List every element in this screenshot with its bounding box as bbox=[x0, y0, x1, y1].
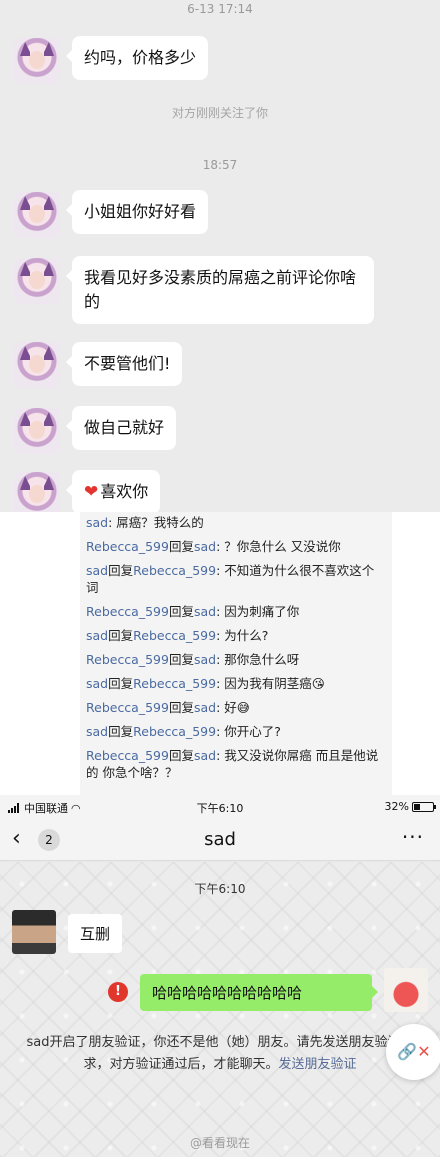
reply-target[interactable]: Rebecca_599 bbox=[133, 676, 216, 691]
wechat-panel: 中国联通 ◠ 下午6:10 32% ‹ 2 sad ··· 下午6:10 互删 … bbox=[0, 795, 440, 1157]
avatar-icon[interactable] bbox=[14, 192, 60, 238]
comment-thread: sad: 屌癌？我特么的 Rebecca_599回复sad: ？你急什么 又没说你… bbox=[80, 512, 392, 795]
comment-line: sad回复Rebecca_599: 为什么? bbox=[86, 627, 386, 644]
comment-text: : 为什么? bbox=[216, 628, 269, 643]
comment-line: sad回复Rebecca_599: 你开心了? bbox=[86, 723, 386, 740]
reply-word: 回复 bbox=[168, 700, 194, 715]
reply-word: 回复 bbox=[168, 604, 194, 619]
comment-text: : 那你急什么呀 bbox=[216, 652, 300, 667]
chat-panel: 6-13 17:14 约吗，价格多少 对方刚刚关注了你 18:57 小姐姐你好好… bbox=[0, 0, 440, 512]
contact-avatar[interactable] bbox=[12, 910, 56, 954]
reply-word: 回复 bbox=[108, 563, 134, 578]
reply-word: 回复 bbox=[108, 676, 134, 691]
comment-author[interactable]: Rebecca_599 bbox=[86, 652, 169, 667]
outgoing-message[interactable]: 哈哈哈哈哈哈哈哈哈哈 bbox=[140, 974, 378, 1011]
exclamation-error-icon[interactable]: ! bbox=[108, 982, 128, 1002]
chat-timestamp: 18:57 bbox=[202, 158, 238, 172]
reply-target[interactable]: Rebecca_599 bbox=[133, 563, 216, 578]
status-bar: 中国联通 ◠ 下午6:10 32% bbox=[0, 795, 440, 819]
avatar-icon[interactable] bbox=[14, 472, 60, 512]
status-time: 下午6:10 bbox=[196, 802, 244, 815]
comment-author[interactable]: Rebecca_599 bbox=[86, 700, 169, 715]
comment-text: : 你开心了? bbox=[216, 724, 281, 739]
reply-target[interactable]: sad bbox=[194, 748, 216, 763]
comment-text: : 因为我有阴茎癌😘 bbox=[216, 676, 325, 691]
reply-word: 回复 bbox=[108, 724, 134, 739]
system-notice: 对方刚刚关注了你 bbox=[171, 106, 268, 120]
comment-author[interactable]: Rebecca_599 bbox=[86, 539, 169, 554]
chat-timestamp: 6-13 17:14 bbox=[187, 2, 253, 16]
red-heart-icon: ❤ bbox=[84, 482, 99, 502]
reply-target[interactable]: Rebecca_599 bbox=[133, 628, 216, 643]
comment-line: Rebecca_599回复sad: ？你急什么 又没说你 bbox=[86, 538, 386, 555]
status-right: 32% bbox=[384, 800, 436, 813]
comment-text: : ？你急什么 又没说你 bbox=[216, 539, 341, 554]
battery-icon bbox=[412, 801, 436, 812]
comment-author[interactable]: sad bbox=[86, 724, 108, 739]
comment-line: Rebecca_599回复sad: 那你急什么呀 bbox=[86, 651, 386, 668]
comment-author[interactable]: sad bbox=[86, 515, 108, 530]
comment-author[interactable]: sad bbox=[86, 563, 108, 578]
link-share-icon[interactable]: 🔗✕ bbox=[386, 1024, 440, 1080]
reply-word: 回复 bbox=[168, 539, 194, 554]
reply-target[interactable]: sad bbox=[194, 700, 216, 715]
message-bubble[interactable]: 不要管他们! bbox=[65, 342, 183, 386]
message-bubble[interactable]: 约吗，价格多少 bbox=[65, 36, 209, 80]
avatar-icon[interactable] bbox=[14, 408, 60, 454]
avatar-icon[interactable] bbox=[14, 258, 60, 304]
comment-text: : 因为刺痛了你 bbox=[216, 604, 300, 619]
reply-target[interactable]: sad bbox=[194, 652, 216, 667]
reply-target[interactable]: sad bbox=[194, 604, 216, 619]
reply-word: 回复 bbox=[168, 652, 194, 667]
reply-word: 回复 bbox=[108, 628, 134, 643]
comment-text: : 好😅 bbox=[216, 700, 250, 715]
comment-line: Rebecca_599回复sad: 因为刺痛了你 bbox=[86, 603, 386, 620]
my-avatar[interactable] bbox=[384, 968, 428, 1012]
comment-line: sad回复Rebecca_599: 不知道为什么很不喜欢这个词 bbox=[86, 562, 386, 596]
comment-author[interactable]: Rebecca_599 bbox=[86, 604, 169, 619]
avatar-icon[interactable] bbox=[14, 38, 60, 84]
chat-title: sad bbox=[204, 829, 236, 850]
chat-timestamp: 下午6:10 bbox=[194, 882, 246, 896]
comment-line: Rebecca_599回复sad: 我又没说你屌癌 而且是他说的 你急个啥？？ bbox=[86, 747, 386, 781]
comment-author[interactable]: sad bbox=[86, 676, 108, 691]
message-bubble[interactable]: 做自己就好 bbox=[65, 406, 177, 450]
reply-target[interactable]: Rebecca_599 bbox=[133, 724, 216, 739]
more-dots-icon[interactable]: ··· bbox=[402, 825, 424, 849]
comment-line: sad回复Rebecca_599: 因为我有阴茎癌😘 bbox=[86, 675, 386, 692]
comment-author[interactable]: Rebecca_599 bbox=[86, 748, 169, 763]
comment-line: sad: 屌癌？我特么的 bbox=[86, 514, 386, 531]
reply-target[interactable]: sad bbox=[194, 539, 216, 554]
reply-word: 回复 bbox=[168, 748, 194, 763]
comment-author[interactable]: sad bbox=[86, 628, 108, 643]
chat-area: 下午6:10 互删 ! 哈哈哈哈哈哈哈哈哈哈 sad开启了朋友验证，你还不是他（… bbox=[0, 862, 440, 1157]
avatar-icon[interactable] bbox=[14, 342, 60, 388]
message-text: 喜欢你 bbox=[100, 482, 149, 501]
friend-verification-notice: sad开启了朋友验证，你还不是他（她）朋友。请先发送朋友验证请求，对方验证通过后… bbox=[26, 1035, 414, 1072]
comment-line: Rebecca_599回复sad: 好😅 bbox=[86, 699, 386, 716]
nav-bar: ‹ 2 sad ··· bbox=[0, 819, 440, 861]
comment-text: : 屌癌？我特么的 bbox=[108, 515, 204, 530]
message-bubble[interactable]: ❤ 喜欢你 bbox=[65, 470, 161, 512]
message-bubble[interactable]: 我看见好多没素质的屌癌之前评论你啥的 bbox=[66, 256, 374, 324]
incoming-message[interactable]: 互删 bbox=[68, 914, 123, 953]
send-verification-link[interactable]: 发送朋友验证 bbox=[279, 1057, 357, 1072]
watermark: @看看现在 bbox=[189, 1136, 250, 1150]
battery-percent: 32% bbox=[384, 800, 409, 813]
message-bubble[interactable]: 小姐姐你好好看 bbox=[65, 190, 209, 234]
